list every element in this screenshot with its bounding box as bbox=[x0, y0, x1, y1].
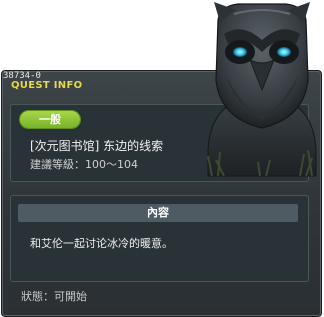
content-header: 內容 bbox=[18, 204, 298, 222]
quest-status: 狀態：可開始 bbox=[21, 290, 87, 303]
content-text: 和艾伦一起讨论冰冷的暖意。 bbox=[30, 237, 173, 250]
level-requirement: 建議等級：100～104 bbox=[30, 158, 138, 171]
quest-info-header: QUEST INFO bbox=[11, 80, 83, 91]
masked-owl-npc-icon bbox=[200, 0, 324, 185]
quest-category-badge: 一般 bbox=[20, 111, 80, 128]
quest-title: [次元图书馆] 东边的线索 bbox=[30, 139, 164, 153]
